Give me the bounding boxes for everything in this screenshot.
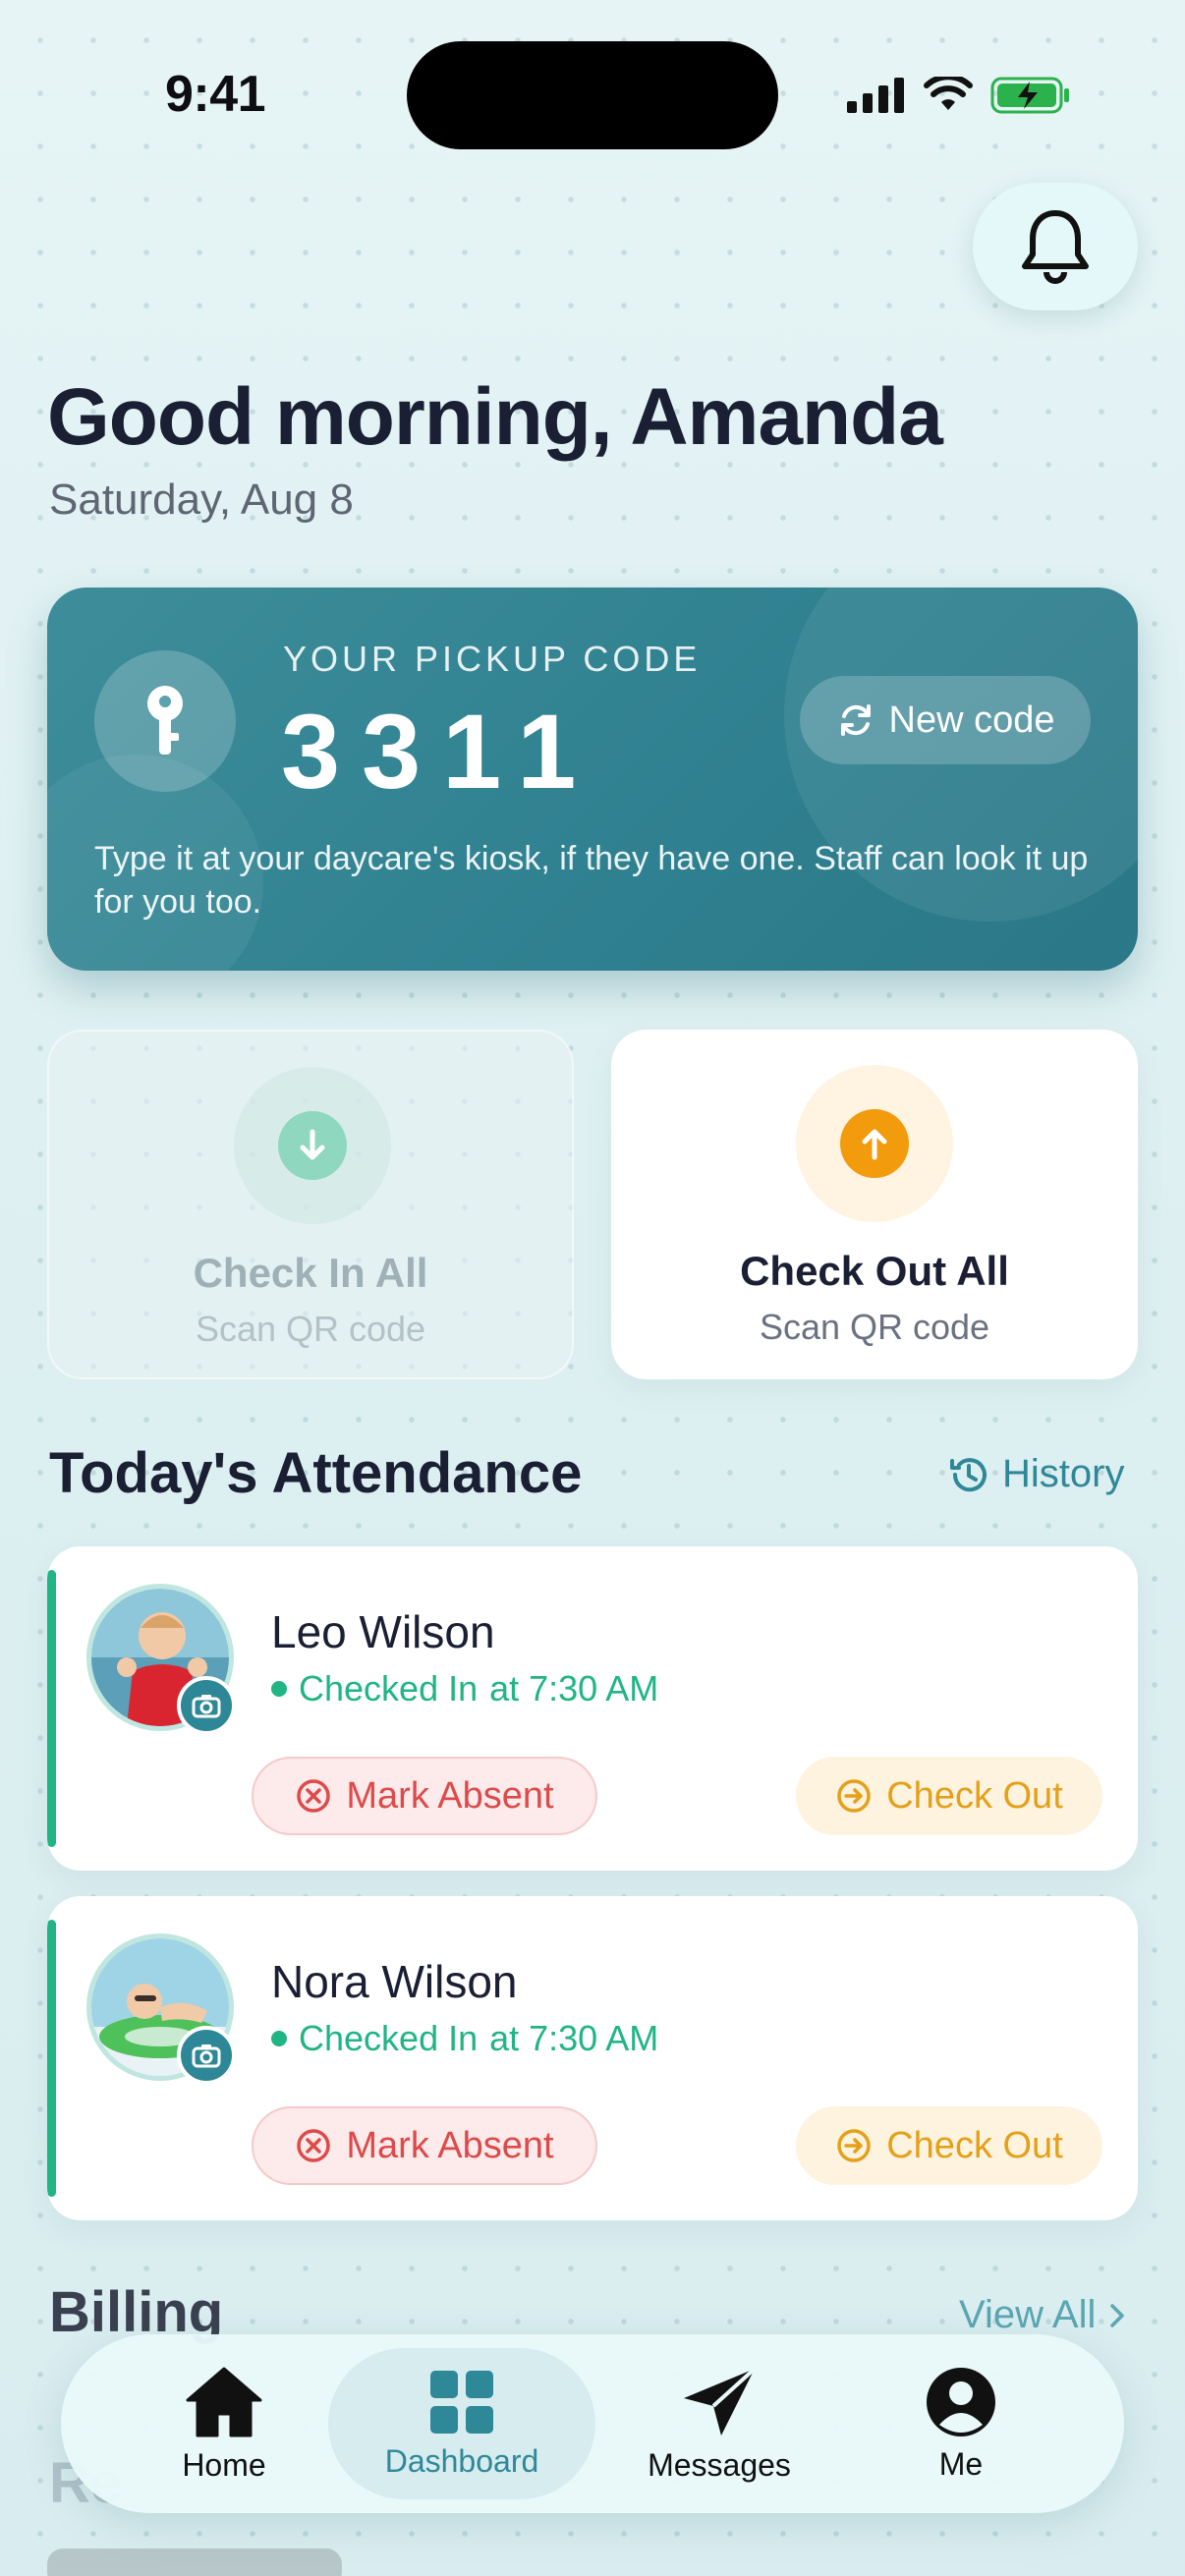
camera-icon[interactable] <box>177 1676 236 1735</box>
arrow-right-circle-icon <box>837 2129 871 2162</box>
pickup-code-card: YOUR PICKUP CODE 3311 New code Type it a… <box>47 588 1138 971</box>
check-out-all-subtitle: Scan QR code <box>759 1307 990 1347</box>
mark-absent-label: Mark Absent <box>346 1774 554 1817</box>
billing-view-all-link[interactable]: View All <box>959 2293 1127 2337</box>
tab-home[interactable]: Home <box>90 2348 358 2499</box>
notifications-button[interactable] <box>973 183 1138 310</box>
tab-dashboard-label: Dashboard <box>384 2442 539 2479</box>
status-indicator-bar <box>47 1570 56 1847</box>
tab-me-label: Me <box>938 2445 984 2482</box>
status-indicator-bar <box>47 1920 56 2197</box>
recent-item-thumbnail <box>47 2548 342 2576</box>
child-card-leo[interactable]: Leo Wilson Checked In at 7:30 AM Mark Ab… <box>47 1546 1138 1871</box>
check-in-all-card[interactable]: Check In All Scan QR code <box>47 1030 574 1379</box>
check-out-all-title: Check Out All <box>740 1248 1009 1294</box>
status-icons <box>847 71 1071 120</box>
arrow-up-icon <box>840 1109 909 1178</box>
bell-icon <box>1022 210 1089 284</box>
dynamic-island <box>407 41 778 149</box>
check-out-button[interactable]: Check Out <box>796 2106 1102 2185</box>
attendance-title: Today's Attendance <box>49 1441 583 1505</box>
status-dot <box>271 2031 287 2046</box>
signal-icon <box>847 78 904 113</box>
wifi-icon <box>924 77 973 110</box>
status-label: Checked In <box>299 1668 479 1708</box>
mark-absent-label: Mark Absent <box>346 2124 554 2166</box>
child-name: Leo Wilson <box>271 1606 495 1657</box>
status-label: Checked In <box>299 2018 479 2058</box>
history-link[interactable]: History <box>947 1452 1124 1496</box>
camera-icon[interactable] <box>177 2026 236 2085</box>
new-code-button[interactable]: New code <box>800 676 1091 764</box>
x-circle-icon <box>297 1779 331 1813</box>
child-name: Nora Wilson <box>271 1956 518 2007</box>
battery-icon <box>990 77 1069 114</box>
key-icon <box>147 686 183 755</box>
status-time: at 7:30 AM <box>489 1668 659 1708</box>
child-status: Checked In at 7:30 AM <box>271 1668 658 1709</box>
chevron-right-icon <box>1110 2303 1125 2327</box>
tab-messages[interactable]: Messages <box>586 2348 853 2499</box>
pickup-code-note: Type it at your daycare's kiosk, if they… <box>94 840 1089 921</box>
history-icon <box>950 1457 987 1491</box>
mark-absent-button[interactable]: Mark Absent <box>252 2106 597 2185</box>
view-all-label: View All <box>959 2293 1097 2336</box>
child-status: Checked In at 7:30 AM <box>271 2018 658 2059</box>
history-label: History <box>1002 1452 1125 1495</box>
status-time: 9:41 <box>165 66 266 123</box>
key-badge <box>94 650 236 792</box>
status-dot <box>271 1681 287 1697</box>
check-out-icon-bubble <box>796 1065 953 1222</box>
check-in-all-subtitle: Scan QR code <box>195 1309 426 1349</box>
check-in-icon-bubble <box>234 1067 391 1224</box>
dashboard-icon <box>430 2370 493 2434</box>
check-in-all-title: Check In All <box>193 1250 428 1296</box>
new-code-label: New code <box>888 699 1055 741</box>
refresh-icon <box>840 704 871 736</box>
home-icon <box>186 2367 262 2436</box>
tab-home-label: Home <box>182 2446 266 2483</box>
greeting-date: Saturday, Aug 8 <box>49 476 354 524</box>
mark-absent-button[interactable]: Mark Absent <box>252 1757 597 1835</box>
arrow-right-circle-icon <box>837 1779 871 1813</box>
check-out-label: Check Out <box>886 1774 1063 1817</box>
paper-plane-icon <box>684 2367 757 2436</box>
user-circle-icon <box>927 2367 995 2436</box>
pickup-code-value: 3311 <box>281 692 598 811</box>
check-out-all-card[interactable]: Check Out All Scan QR code <box>611 1030 1138 1379</box>
arrow-down-icon <box>278 1111 347 1180</box>
pickup-code-label: YOUR PICKUP CODE <box>283 639 702 679</box>
status-time: at 7:30 AM <box>489 2018 659 2058</box>
x-circle-icon <box>297 2129 331 2162</box>
check-out-label: Check Out <box>886 2124 1063 2166</box>
child-card-nora[interactable]: Nora Wilson Checked In at 7:30 AM Mark A… <box>47 1896 1138 2220</box>
bottom-tab-bar: Home Dashboard Messages Me <box>61 2334 1124 2513</box>
check-out-button[interactable]: Check Out <box>796 1757 1102 1835</box>
tab-me[interactable]: Me <box>827 2348 1095 2499</box>
tab-messages-label: Messages <box>648 2446 791 2483</box>
greeting-title: Good morning, Amanda <box>47 372 943 462</box>
tab-dashboard[interactable]: Dashboard <box>328 2348 595 2499</box>
